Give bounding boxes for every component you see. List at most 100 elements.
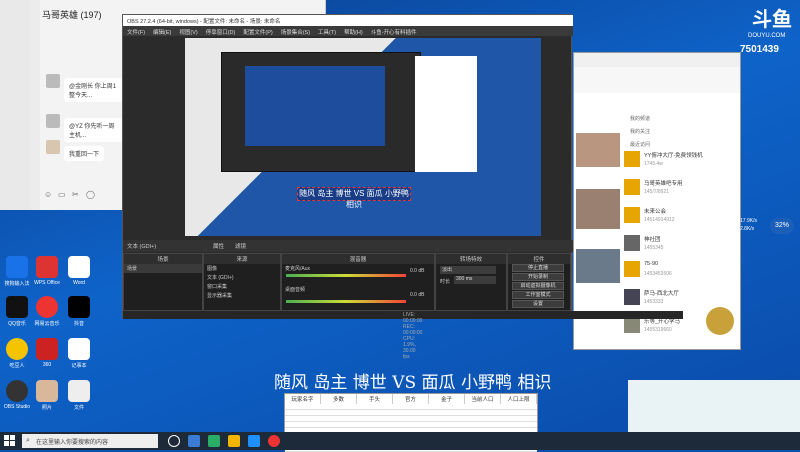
douyu-search-area[interactable] xyxy=(574,67,740,93)
taskbar-app-icon[interactable] xyxy=(248,435,260,447)
desktop-icon[interactable]: WPS Office xyxy=(30,256,64,286)
file-icon xyxy=(68,380,90,402)
chat-list[interactable] xyxy=(30,0,40,210)
menu-docks[interactable]: 停靠窗口(D) xyxy=(206,30,236,36)
sheet-col: 多数 xyxy=(321,394,357,404)
sources-panel: 来源 图像 文本 (GDI+) 窗口采集 显示器采集 xyxy=(203,253,281,311)
side-menu-item[interactable]: 我的关注 xyxy=(630,128,650,135)
desktop-icon[interactable]: 文件 xyxy=(62,380,96,411)
stream-thumbnail[interactable] xyxy=(576,189,620,229)
search-icon: ⌕ xyxy=(26,437,30,444)
transition-select[interactable]: 淡出 xyxy=(440,266,496,274)
channel-item[interactable]: 神社团 1455345 xyxy=(624,233,734,255)
obs-menubar: 文件(F) 编辑(E) 视图(V) 停靠窗口(D) 配置文件(P) 场景集合(S) 工具(T… xyxy=(123,26,573,36)
task-view-icon[interactable] xyxy=(168,435,180,447)
desktop-icon[interactable]: 吃豆人 xyxy=(0,338,34,369)
channel-item[interactable]: 75-90 1453453506 xyxy=(624,259,734,281)
menu-tools[interactable]: 工具(T) xyxy=(318,30,336,36)
channel-item[interactable]: YY俯冲大厅-免费领钱机 1745.4w xyxy=(624,149,734,171)
controls-panel: 控件 停止直播 开始录制 启动虚拟摄像机 工作室模式 设置 xyxy=(507,253,571,311)
mixer-header: 混音器 xyxy=(282,254,434,264)
tiktok-icon xyxy=(68,296,90,318)
scissors-icon[interactable]: ✂ xyxy=(72,190,79,199)
overlay-text-source[interactable]: 随风 岛主 博世 VS 面瓜 小野鸭 相识 xyxy=(297,187,411,209)
desktop-icon[interactable]: 抖音 xyxy=(62,296,96,327)
desktop-icon[interactable]: Word xyxy=(62,256,96,286)
desktop-icon[interactable]: 网易云音乐 xyxy=(30,296,64,327)
taskbar-app-icon[interactable] xyxy=(188,435,200,447)
source-item[interactable]: 显示器采集 xyxy=(204,291,280,300)
home-icon xyxy=(624,207,640,223)
avatar xyxy=(46,114,60,128)
side-menu-item[interactable]: 我的频道 xyxy=(630,115,650,122)
user-icon xyxy=(624,317,640,333)
virtual-camera-button[interactable]: 启动虚拟摄像机 xyxy=(512,282,564,290)
mixer-db: 0.0 dB xyxy=(410,292,425,298)
nested-preview xyxy=(245,66,385,146)
speed-down: 2.8K/s xyxy=(740,226,755,232)
desktop-icon[interactable]: 记事本 xyxy=(62,338,96,369)
desktop-icon[interactable]: 照片 xyxy=(30,380,64,411)
desktop-icon[interactable]: 搜狗输入法 xyxy=(0,256,34,287)
side-menu-item[interactable]: 最近访问 xyxy=(630,141,650,148)
obs-window: OBS 27.2.4 (64-bit, windows) - 配置文件: 未命名… xyxy=(122,14,683,360)
source-toolbar: 文本 (GDI+) 属性 滤镜 xyxy=(123,240,573,252)
stream-thumbnail[interactable] xyxy=(576,133,620,167)
menu-scene-collection[interactable]: 场景集合(S) xyxy=(281,30,310,36)
search-placeholder: 在这里输入你要搜索的内容 xyxy=(36,440,109,446)
channel-item[interactable]: 萨马-西北大厅 1453333 xyxy=(624,287,734,309)
home-icon xyxy=(624,151,640,167)
windows-start-icon[interactable] xyxy=(4,435,16,447)
duration-input[interactable]: 300 ms xyxy=(454,276,496,284)
sources-header: 来源 xyxy=(204,254,280,264)
menu-help[interactable]: 帮助(H) xyxy=(344,30,363,36)
folder-icon[interactable] xyxy=(228,435,240,447)
volume-meter xyxy=(286,274,406,277)
badge-icon xyxy=(706,307,734,335)
stop-streaming-button[interactable]: 停止直播 xyxy=(512,264,564,272)
source-item[interactable]: 文本 (GDI+) xyxy=(204,273,280,282)
menu-plugin[interactable]: 斗鱼-开心有料插件 xyxy=(371,30,417,36)
room-number: 7501439 xyxy=(740,44,779,55)
properties-tab[interactable]: 属性 xyxy=(213,242,224,250)
menu-file[interactable]: 文件(F) xyxy=(127,30,145,36)
emoji-icon[interactable]: ☺ xyxy=(44,190,52,199)
sheet-col: 金子 xyxy=(429,394,465,404)
sheet-col: 官方 xyxy=(393,394,429,404)
network-percent: 32% xyxy=(770,218,794,234)
duration-label: 时长 xyxy=(440,279,451,285)
obs-taskbar-icon[interactable] xyxy=(268,435,280,447)
menu-edit[interactable]: 编辑(E) xyxy=(153,30,171,36)
nested-douyu xyxy=(415,56,477,172)
menu-profile[interactable]: 配置文件(P) xyxy=(243,30,272,36)
folder-icon[interactable]: ▭ xyxy=(58,190,66,199)
settings-button[interactable]: 设置 xyxy=(512,300,564,308)
mixer-panel: 混音器 麦克风/Aux 0.0 dB 桌面音频 0.0 dB xyxy=(281,253,435,311)
qq-icon xyxy=(6,296,28,318)
obs-titlebar: OBS 27.2.4 (64-bit, windows) - 配置文件: 未命名… xyxy=(123,15,573,26)
taskbar-search[interactable]: ⌕ 在这里输入你要搜索的内容 xyxy=(22,434,158,448)
stream-thumbnail[interactable] xyxy=(576,249,620,283)
channel-item[interactable]: 马哥英雄吧专用 145/7/8921 xyxy=(624,177,734,199)
home-icon xyxy=(624,261,640,277)
source-item[interactable]: 图像 xyxy=(204,264,280,273)
studio-mode-button[interactable]: 工作室模式 xyxy=(512,291,564,299)
home-icon xyxy=(624,179,640,195)
chat-message: @金刚长 你上周1整今天... xyxy=(64,78,122,102)
desktop-icon[interactable]: OBS Studio xyxy=(0,380,34,410)
wechat-icon[interactable] xyxy=(208,435,220,447)
sheet-col: 玩家名字 xyxy=(285,394,321,404)
desktop-icon[interactable]: QQ音乐 xyxy=(0,296,34,327)
speed-up: 17.9K/s xyxy=(740,218,757,224)
app-icon xyxy=(36,338,58,360)
scene-item[interactable]: 场景 xyxy=(124,264,202,273)
menu-view[interactable]: 视图(V) xyxy=(179,30,197,36)
source-item[interactable]: 窗口采集 xyxy=(204,282,280,291)
desktop-icon[interactable]: 360 xyxy=(30,338,64,368)
obs-preview[interactable] xyxy=(185,38,541,236)
filters-tab[interactable]: 滤镜 xyxy=(235,242,246,250)
start-recording-button[interactable]: 开始录制 xyxy=(512,273,564,281)
chat-bubble-icon[interactable]: ◯ xyxy=(86,190,95,199)
controls-header: 控件 xyxy=(508,254,570,264)
channel-item[interactable]: 未来公会 14514914912 xyxy=(624,205,734,227)
